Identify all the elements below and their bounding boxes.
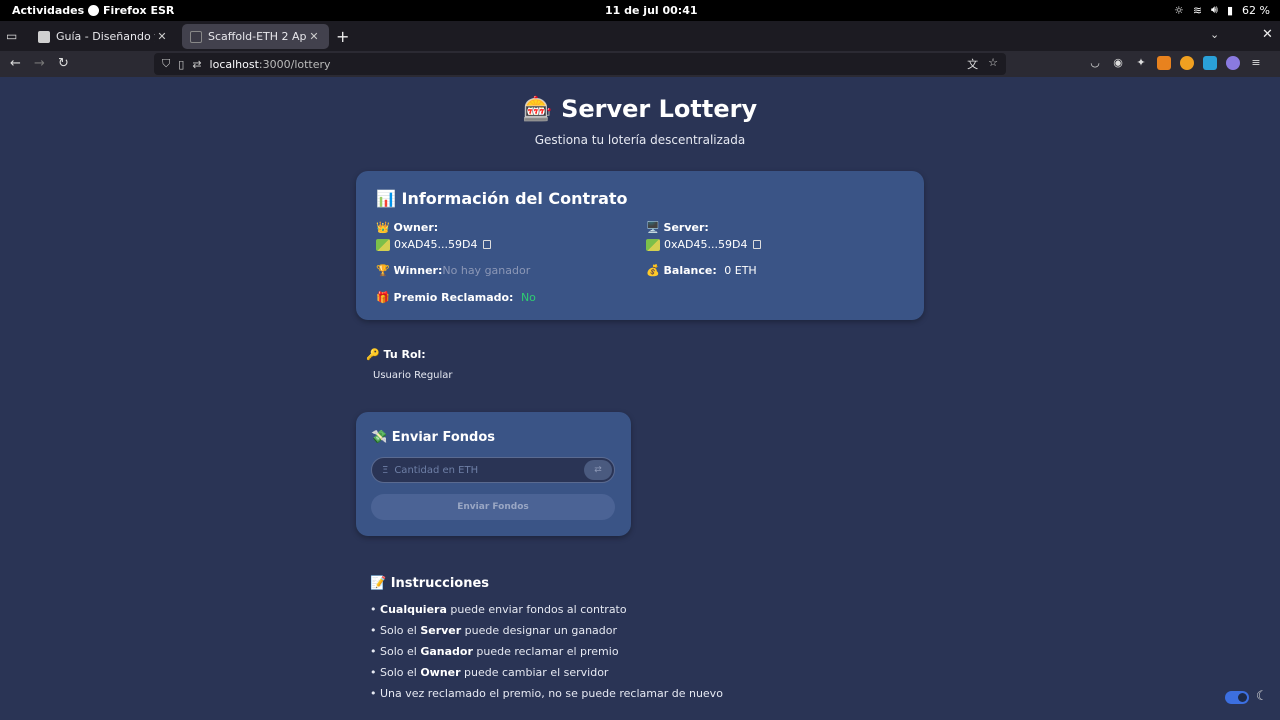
server-label: 🖥️ Server: bbox=[646, 221, 709, 234]
owner-field: 👑 Owner: 0xAD45...59D4 bbox=[376, 221, 492, 251]
activities-button[interactable]: Actividades bbox=[12, 4, 84, 17]
contract-info-card: 📊 Información del Contrato 👑 Owner: 0xAD… bbox=[356, 171, 924, 320]
page-icon: ▯ bbox=[178, 57, 185, 71]
theme-toggle[interactable] bbox=[1225, 691, 1249, 704]
close-tab-icon[interactable]: ✕ bbox=[307, 30, 321, 43]
eth-symbol-icon: Ξ bbox=[382, 464, 389, 476]
firefox-icon bbox=[88, 5, 99, 16]
menu-icon[interactable]: ≡ bbox=[1249, 56, 1263, 70]
account-icon[interactable]: ◉ bbox=[1111, 56, 1125, 70]
instruction-item: • Una vez reclamado el premio, no se pue… bbox=[370, 687, 723, 700]
send-funds-button[interactable]: Enviar Fondos bbox=[371, 494, 615, 520]
pocket-icon[interactable]: ◡ bbox=[1088, 56, 1102, 70]
balance-value: 0 ETH bbox=[724, 264, 757, 277]
volume-icon: 🔊︎ bbox=[1211, 3, 1218, 16]
prize-claimed-field: 🎁 Premio Reclamado: No bbox=[376, 291, 536, 304]
wallet-ext-icon[interactable] bbox=[1180, 56, 1194, 70]
role-section: 🔑 Tu Rol: Usuario Regular bbox=[366, 348, 453, 381]
tab-title: Guía - Diseñando y Desple bbox=[56, 30, 155, 43]
translate-icon[interactable]: 文 bbox=[967, 56, 978, 72]
convert-usd-icon[interactable]: ⇄ bbox=[584, 460, 612, 480]
owner-avatar bbox=[376, 238, 390, 251]
server-avatar bbox=[646, 238, 660, 251]
battery-icon: ▮ bbox=[1226, 3, 1234, 17]
permissions-icon[interactable]: ⇄ bbox=[192, 58, 201, 71]
metamask-icon[interactable] bbox=[1157, 56, 1171, 70]
browser-nav-bar: ← → ↻ ⛉ ▯ ⇄ localhost:3000/lottery 文 ☆ ◡… bbox=[0, 51, 1280, 77]
new-tab-icon[interactable]: + bbox=[336, 27, 349, 46]
cube-ext-icon[interactable] bbox=[1203, 56, 1217, 70]
extensions-area: ◡ ◉ ✦ ≡ bbox=[1088, 56, 1263, 70]
prize-claimed-value: No bbox=[520, 291, 536, 304]
eth-amount-input[interactable] bbox=[394, 464, 575, 476]
app-name: Firefox ESR bbox=[103, 4, 175, 17]
tab-scaffold[interactable]: Scaffold-ETH 2 App ✕ bbox=[182, 24, 329, 49]
page-subtitle: Gestiona tu lotería descentralizada bbox=[534, 133, 746, 147]
winner-value: No hay ganador bbox=[442, 264, 531, 277]
balance-field: 💰 Balance: 0 ETH bbox=[646, 264, 757, 277]
instruction-item: • Solo el Server puede designar un ganad… bbox=[370, 624, 618, 637]
owner-label: 👑 Owner: bbox=[376, 221, 439, 234]
close-tab-icon[interactable]: ✕ bbox=[155, 30, 169, 43]
role-value: Usuario Regular bbox=[373, 370, 453, 381]
send-funds-heading: 💸 Enviar Fondos bbox=[371, 430, 496, 445]
send-funds-card: 💸 Enviar Fondos Ξ ⇄ Enviar Fondos bbox=[356, 412, 631, 536]
app-menu[interactable]: Firefox ESR bbox=[88, 4, 174, 17]
copy-icon[interactable] bbox=[753, 240, 762, 249]
instructions-heading: 📝 Instrucciones bbox=[370, 576, 490, 591]
url-host: localhost bbox=[209, 57, 259, 71]
instruction-item: • Cualquiera puede enviar fondos al cont… bbox=[370, 603, 627, 616]
forward-icon[interactable]: → bbox=[34, 56, 45, 71]
system-top-bar: Actividades Firefox ESR 11 de jul 00:41 … bbox=[0, 0, 1280, 21]
winner-label: 🏆 Winner: bbox=[376, 264, 443, 277]
page-title: 🎰 Server Lottery bbox=[522, 95, 758, 123]
balance-label: 💰 Balance: bbox=[646, 264, 717, 277]
winner-field: 🏆 Winner:No hay ganador bbox=[376, 264, 530, 277]
close-window-icon[interactable]: ✕ bbox=[1262, 27, 1273, 42]
page-content: 🎰 Server Lottery Gestiona tu lotería des… bbox=[0, 77, 1280, 720]
instruction-item: • Solo el Owner puede cambiar el servido… bbox=[370, 666, 609, 679]
back-icon[interactable]: ← bbox=[10, 56, 21, 71]
role-label: 🔑 Tu Rol: bbox=[366, 348, 426, 361]
scaffold-favicon-icon bbox=[190, 30, 202, 43]
brightness-icon: ☼ bbox=[1173, 3, 1184, 17]
prize-claimed-label: 🎁 Premio Reclamado: bbox=[376, 291, 514, 304]
copy-icon[interactable] bbox=[483, 240, 492, 249]
reload-icon[interactable]: ↻ bbox=[58, 56, 69, 71]
instruction-item: • Solo el Ganador puede reclamar el prem… bbox=[370, 645, 619, 658]
clock[interactable]: 11 de jul 00:41 bbox=[605, 4, 698, 17]
contract-info-heading: 📊 Información del Contrato bbox=[376, 189, 628, 208]
notion-favicon-icon bbox=[38, 30, 50, 43]
owner-address[interactable]: 0xAD45...59D4 bbox=[394, 238, 477, 251]
extensions-icon[interactable]: ✦ bbox=[1134, 56, 1148, 70]
tab-guide[interactable]: Guía - Diseñando y Desple ✕ bbox=[30, 24, 177, 49]
url-bar[interactable]: ⛉ ▯ ⇄ localhost:3000/lottery 文 ☆ bbox=[154, 53, 1006, 75]
server-field: 🖥️ Server: 0xAD45...59D4 bbox=[646, 221, 762, 251]
moon-icon: ☾ bbox=[1256, 689, 1268, 704]
browser-tab-bar: ▭ Guía - Diseñando y Desple ✕ Scaffold-E… bbox=[0, 21, 1280, 51]
chevron-down-icon[interactable]: ⌄ bbox=[1210, 28, 1219, 41]
purple-ext-icon[interactable] bbox=[1226, 56, 1240, 70]
server-address[interactable]: 0xAD45...59D4 bbox=[664, 238, 747, 251]
tab-list-icon[interactable]: ▭ bbox=[6, 29, 20, 43]
instructions-section: 📝 Instrucciones • Cualquiera puede envia… bbox=[370, 576, 723, 708]
battery-percent: 62 % bbox=[1242, 3, 1270, 17]
wifi-icon: ≋ bbox=[1192, 3, 1203, 17]
tab-title: Scaffold-ETH 2 App bbox=[208, 30, 307, 43]
system-tray[interactable]: ☼ ≋ 🔊︎ ▮ 62 % bbox=[1174, 3, 1270, 17]
shield-icon[interactable]: ⛉ bbox=[162, 57, 170, 71]
url-path: :3000/lottery bbox=[258, 57, 331, 71]
bookmark-star-icon[interactable]: ☆ bbox=[988, 56, 998, 72]
eth-amount-field: Ξ ⇄ bbox=[371, 457, 615, 483]
